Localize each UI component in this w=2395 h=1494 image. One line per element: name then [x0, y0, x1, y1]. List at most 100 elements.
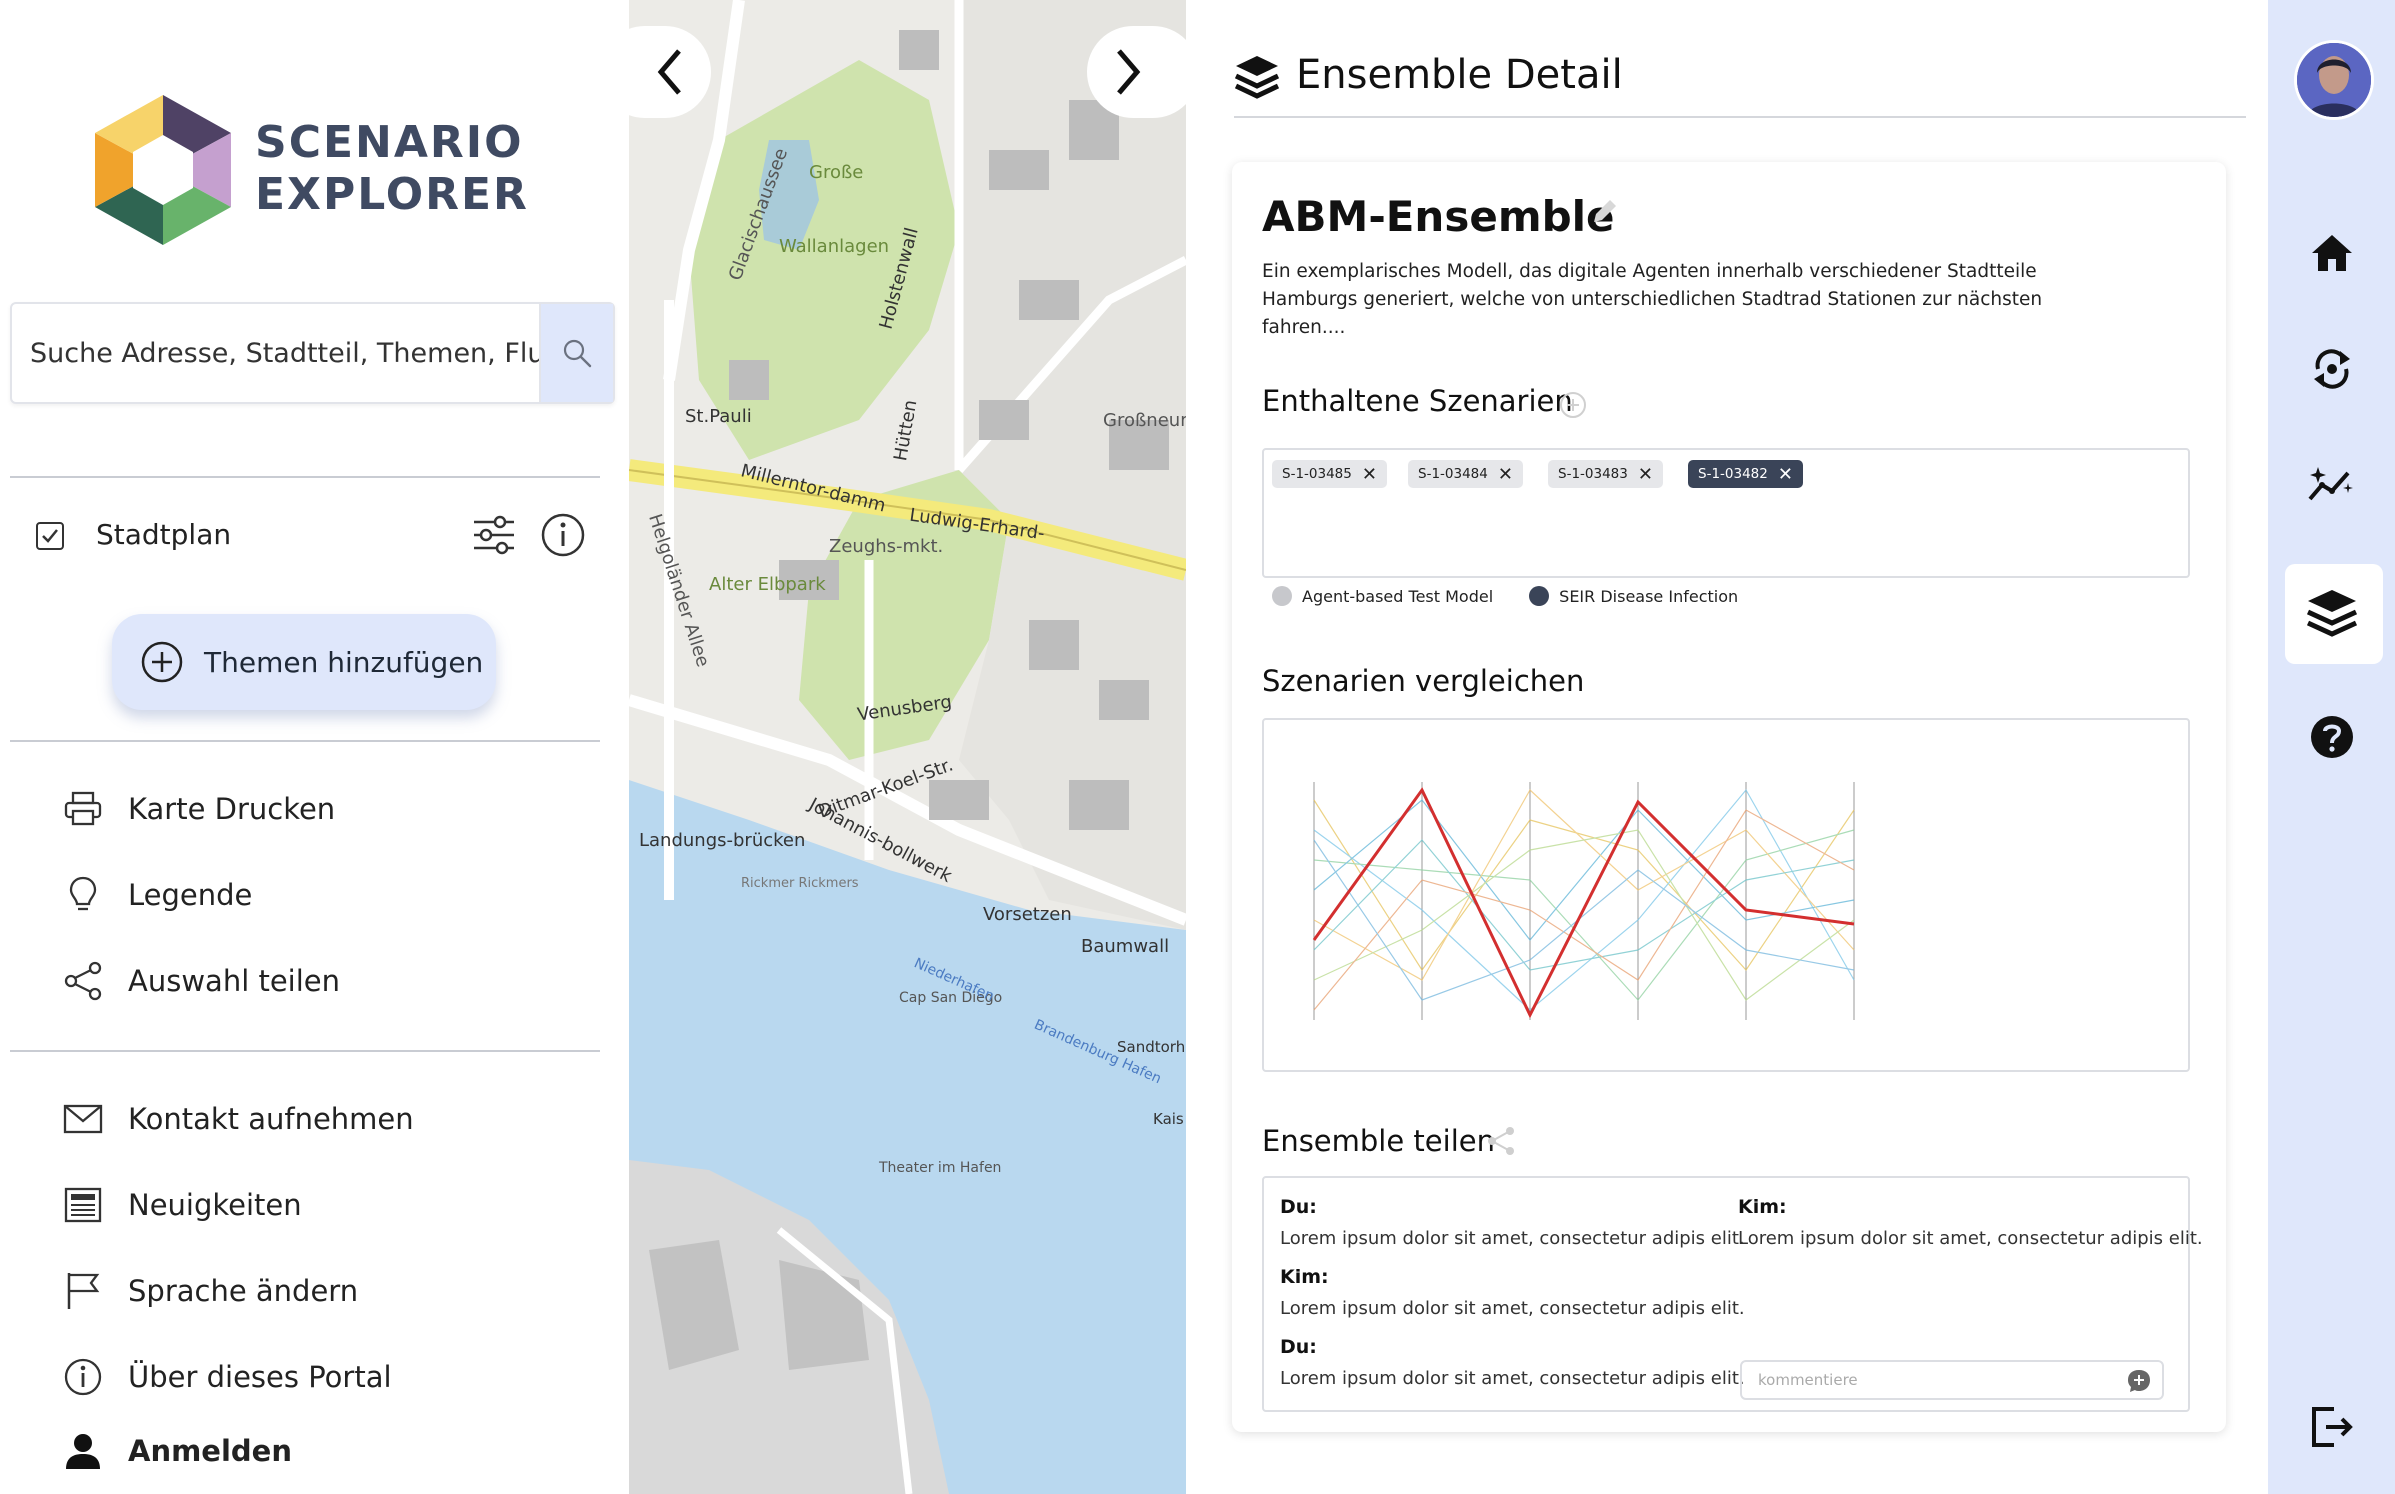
comment-input[interactable] [1758, 1362, 2118, 1398]
menu-about[interactable]: Über dieses Portal [62, 1354, 602, 1400]
map-label: Theater im Hafen [879, 1160, 1002, 1176]
chat-box: Du: Lorem ipsum dolor sit amet, consecte… [1262, 1176, 2203, 1412]
menu-language[interactable]: Sprache ändern [62, 1268, 602, 1314]
map-label: Kais [1153, 1110, 1184, 1128]
search-icon [563, 339, 592, 368]
model-legend: Agent-based Test Model SEIR Disease Infe… [1272, 586, 1738, 606]
add-themes-button[interactable]: Themen hinzufügen [112, 614, 496, 710]
legend-dot [1529, 586, 1550, 606]
search-input[interactable] [30, 304, 550, 402]
page-title: Ensemble Detail [1296, 52, 1623, 98]
map-label: Landungs-brücken [639, 830, 806, 851]
ensemble-title: ABM-Ensemble [1262, 192, 1615, 241]
parallel-coordinates-plot [1312, 782, 1855, 1020]
map-label: Rickmer Rickmers [741, 876, 859, 891]
menu-login[interactable]: Anmelden [62, 1428, 602, 1474]
legend-label: Agent-based Test Model [1302, 586, 1494, 606]
hexagon-logo-icon [95, 95, 231, 245]
menu-share-selection[interactable]: Auswahl teilen [62, 958, 602, 1004]
share-ensemble-button[interactable] [1486, 1126, 1516, 1156]
legend-label: SEIR Disease Infection [1559, 586, 1739, 606]
logout-icon [2312, 1407, 2353, 1447]
layer-settings-button[interactable] [470, 512, 518, 558]
edit-title-button[interactable] [1590, 198, 1618, 226]
ensemble-description: Ein exemplarisches Modell, das digitale … [1262, 261, 2043, 338]
nav-ensembles-button[interactable] [2293, 574, 2371, 652]
nav-analytics-button[interactable] [2293, 444, 2371, 522]
scenarios-section-title: Enthaltene Szenarien [1262, 384, 1573, 418]
menu-legend[interactable]: Legende [62, 872, 602, 918]
ensemble-card: ABM-Ensemble Ein exemplarisches Modell, … [1232, 162, 2226, 1432]
chip-label: S-1-03482 [1698, 466, 1768, 482]
map-label: Zeughs-mkt. [829, 536, 944, 557]
info-icon [541, 513, 585, 557]
layer-info-button[interactable] [540, 512, 586, 558]
map-next-button[interactable] [1087, 26, 1186, 118]
map-label: Sandtorh [1117, 1038, 1186, 1056]
pencil-icon [1594, 200, 1616, 222]
nav-scenarios-button[interactable] [2293, 330, 2371, 408]
nav-help-button[interactable] [2293, 698, 2371, 776]
map-label: Großneumarkt [1103, 410, 1186, 431]
share-icon [62, 960, 104, 1002]
chat-author: Kim: [1280, 1266, 1329, 1288]
app-root: SCENARIO EXPLORER Stadtplan [0, 0, 2395, 1494]
plus-circle-icon [141, 641, 183, 683]
close-icon[interactable]: ✕ [1362, 464, 1377, 485]
scenario-chip[interactable]: S-1-03483 ✕ [1548, 460, 1663, 488]
menu-print-map[interactable]: Karte Drucken [62, 786, 602, 832]
chip-label: S-1-03485 [1282, 466, 1352, 482]
share-icon [1488, 1127, 1514, 1155]
divider [10, 476, 600, 478]
right-nav-rail [2268, 0, 2395, 1494]
map-label: St.Pauli [685, 406, 752, 427]
scenarios-box: S-1-03485 ✕ S-1-03484 ✕ S-1-03483 ✕ S-1-034… [1262, 448, 2190, 578]
refresh-location-icon [2314, 349, 2350, 389]
menu-label: Auswahl teilen [128, 964, 341, 998]
menu-news[interactable]: Neuigkeiten [62, 1182, 602, 1228]
menu-label: Legende [128, 878, 253, 912]
nav-logout-button[interactable] [2293, 1388, 2371, 1466]
chat-author: Kim: [1738, 1196, 1787, 1218]
logo-line-1: SCENARIO [255, 117, 524, 168]
scenario-chip[interactable]: S-1-03484 ✕ [1408, 460, 1523, 488]
close-icon[interactable]: ✕ [1498, 464, 1513, 485]
send-comment-button[interactable] [2126, 1368, 2152, 1394]
trend-chart-icon [2308, 467, 2353, 501]
parallel-coordinates-box[interactable] [1262, 718, 2190, 1072]
chip-label: S-1-03483 [1558, 466, 1628, 482]
add-scenario-button[interactable] [1558, 390, 1588, 420]
close-icon[interactable]: ✕ [1638, 464, 1653, 485]
ensemble-detail-panel: Ensemble Detail ABM-Ensemble Ein exempla… [1186, 0, 2268, 1494]
scenario-chip[interactable]: S-1-03485 ✕ [1272, 460, 1387, 488]
chat-author: Du: [1280, 1196, 1317, 1218]
chat-message: Lorem ipsum dolor sit amet, consectetur … [1280, 1298, 1745, 1319]
flag-icon [62, 1270, 104, 1312]
layer-row-stadtplan: Stadtplan [36, 510, 596, 560]
avatar[interactable] [2294, 40, 2374, 120]
search-button[interactable] [539, 304, 613, 402]
close-icon[interactable]: ✕ [1778, 464, 1793, 485]
layers-icon [1234, 56, 1280, 99]
scenario-chip-selected[interactable]: S-1-03482 ✕ [1688, 460, 1803, 488]
info-icon [62, 1356, 104, 1398]
map-view[interactable]: Große Wallanlagen Glacischaussee St.Paul… [629, 0, 1186, 1494]
divider [10, 740, 600, 742]
check-icon [42, 529, 58, 543]
map-label: Vorsetzen [983, 904, 1072, 925]
search-bar [10, 302, 615, 404]
map-label: Große [809, 162, 864, 183]
mail-icon [62, 1098, 104, 1140]
chevron-right-icon [1117, 49, 1141, 95]
chat-message: Lorem ipsum dolor sit amet, consectetur … [1738, 1228, 2203, 1249]
logo: SCENARIO EXPLORER [95, 95, 527, 245]
comment-add-icon [2128, 1370, 2150, 1392]
nav-home-button[interactable] [2293, 214, 2371, 292]
logo-line-2: EXPLORER [255, 169, 529, 220]
chat-author: Du: [1280, 1336, 1317, 1358]
chat-message: Lorem ipsum dolor sit amet, consectetur … [1280, 1228, 1745, 1249]
menu-contact[interactable]: Kontakt aufnehmen [62, 1096, 602, 1142]
chevron-left-icon [657, 49, 681, 95]
menu-label: Kontakt aufnehmen [128, 1102, 414, 1136]
layer-checkbox[interactable] [36, 522, 64, 550]
